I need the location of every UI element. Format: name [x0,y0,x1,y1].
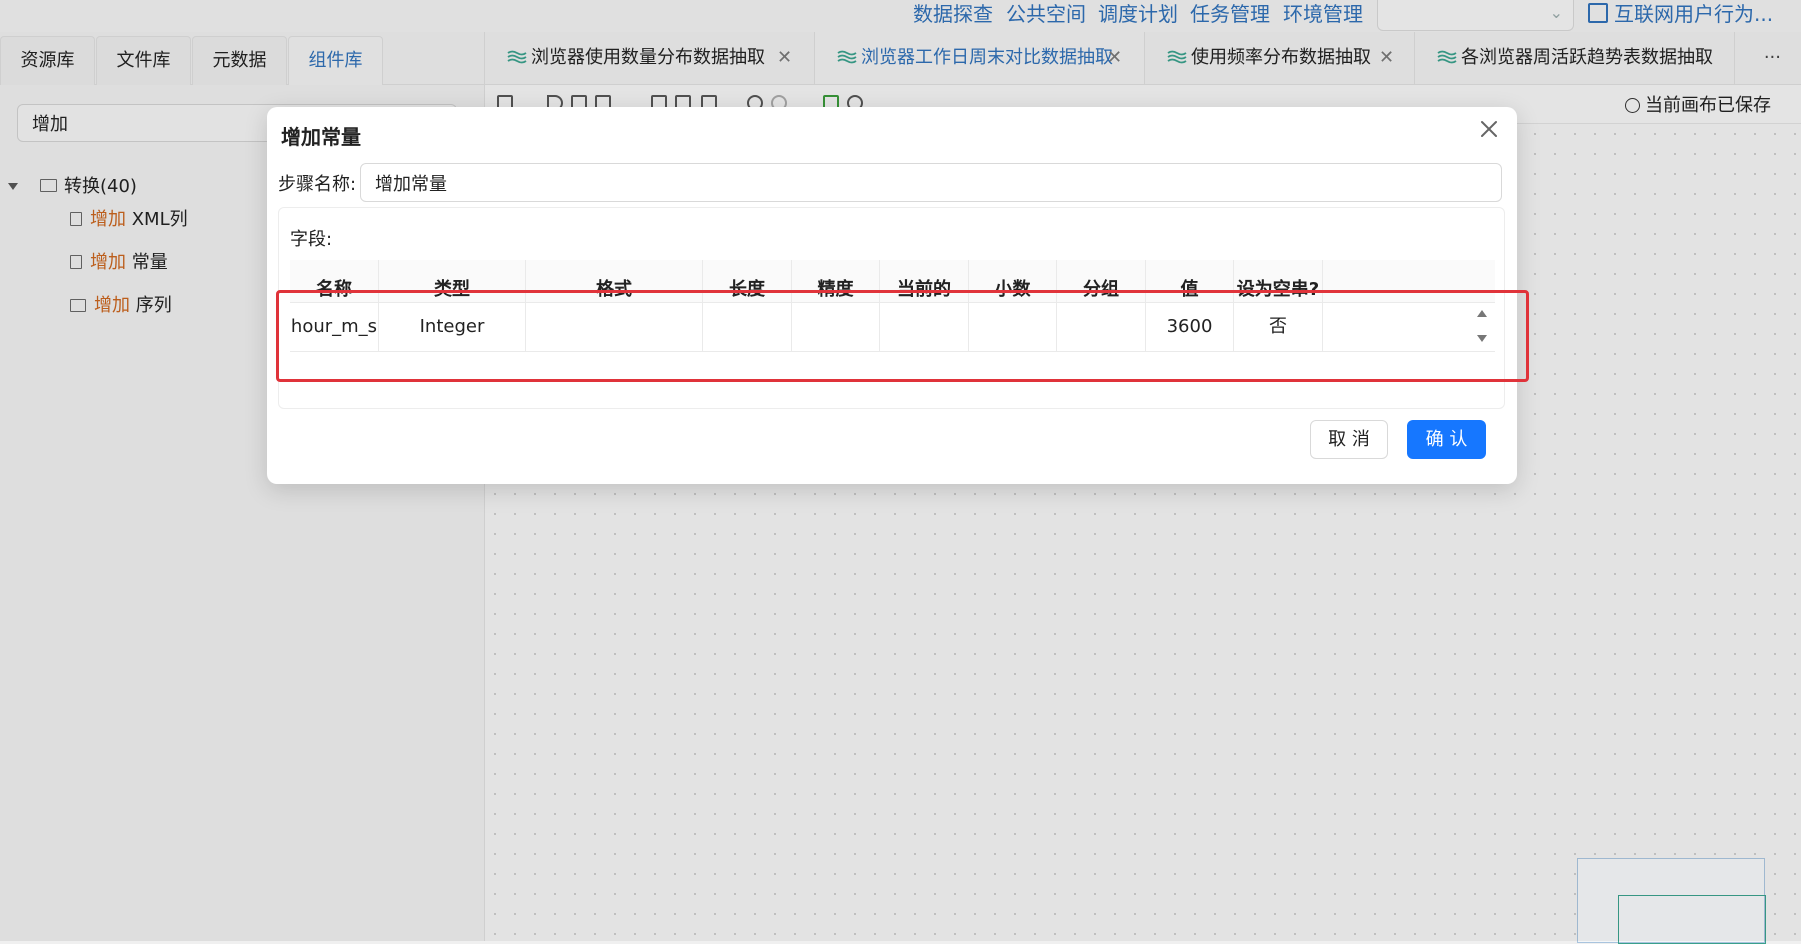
step-name-input[interactable] [360,163,1502,202]
cancel-button[interactable]: 取 消 [1310,420,1388,459]
confirm-button[interactable]: 确 认 [1407,420,1486,459]
close-icon[interactable] [1477,117,1501,141]
fields-label: 字段: [290,229,333,250]
step-name-label: 步骤名称: [278,174,357,195]
annotation-highlight-box [276,290,1529,382]
dialog-title: 增加常量 [281,125,361,149]
